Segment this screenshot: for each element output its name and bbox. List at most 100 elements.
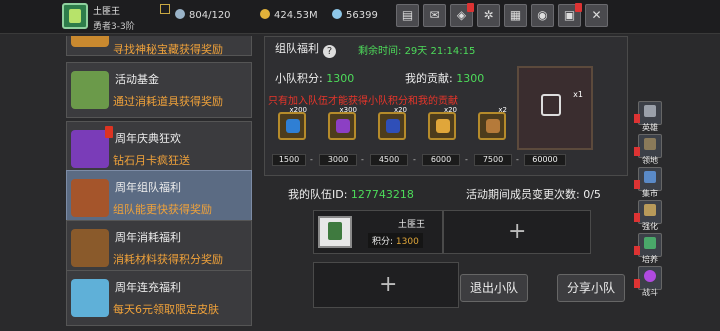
energy-value: 804/120 (189, 10, 231, 21)
grand-reward-box[interactable]: x1 (517, 66, 593, 150)
threshold: 4500 (370, 154, 408, 166)
gem-icon (332, 9, 342, 19)
reward-slot[interactable]: x20 (378, 106, 407, 140)
battle-label: 战斗 (642, 288, 658, 297)
gems-value: 56399 (346, 10, 378, 21)
reward-slot[interactable]: x200 (278, 106, 307, 140)
chest-icon[interactable]: ▣ (558, 3, 582, 27)
quest-icon[interactable]: ◈ (450, 3, 474, 27)
training-label: 培养 (642, 255, 658, 264)
add-member-icon[interactable]: + (379, 272, 397, 297)
money-bag-icon (71, 71, 109, 109)
reward-count: x20 (443, 106, 457, 114)
event-title: 周年庆典狂欢 (115, 132, 181, 145)
event-sub: 通过消耗道具获得奖励 (113, 95, 223, 108)
treasure-chest-icon (71, 179, 109, 217)
threshold: 7500 (474, 154, 512, 166)
training-icon (644, 237, 656, 249)
reward-count: x300 (339, 106, 357, 114)
market-label: 集市 (642, 189, 658, 198)
event-panel-title: 组队福利? (275, 40, 336, 58)
portal-icon (644, 270, 656, 282)
event-title: 活动基金 (115, 73, 159, 86)
member-avatar (318, 216, 352, 248)
player-title: 勇者3-3阶 (93, 22, 135, 32)
team-score: 小队积分: 1300 (275, 70, 354, 86)
event-title: 周年组队福利 (115, 181, 181, 194)
edit-icon[interactable] (160, 4, 170, 14)
event-item[interactable]: 周年庆典狂欢 钻石月卡疯狂送 (66, 121, 252, 177)
mail-icon[interactable]: ✉ (423, 4, 446, 27)
reward-slot[interactable]: x20 (428, 106, 457, 140)
member-changes-label: 活动期间成员变更次数: (466, 188, 580, 201)
reward-slot[interactable]: x2 (478, 106, 507, 140)
my-contribution: 我的贡献: 1300 (405, 70, 484, 86)
castle-icon (644, 138, 656, 150)
purple-crystal-icon (71, 130, 109, 168)
member-changes-value: 0/5 (583, 188, 601, 201)
anvil-icon (644, 204, 656, 216)
countdown-label: 剩余时间: (358, 46, 402, 57)
reward-slot[interactable]: x300 (328, 106, 357, 140)
event-list: 寻找神秘宝藏获得奖励 活动基金 通过消耗道具获得奖励 周年庆典狂欢 钻石月卡疯狂… (66, 36, 252, 331)
my-contrib-value: 1300 (456, 72, 485, 85)
castle-label: 领地 (642, 156, 658, 165)
event-item[interactable]: 活动基金 通过消耗道具获得奖励 (66, 62, 252, 118)
tools-icon[interactable]: ✕ (585, 4, 608, 27)
alert-badge (467, 3, 474, 12)
wood-chest-icon (71, 229, 109, 267)
hero-label: 英雄 (642, 123, 658, 132)
forge-label: 强化 (642, 222, 658, 231)
team-id-label: 我的队伍ID: (288, 188, 348, 201)
gold-value: 424.53M (274, 10, 318, 21)
member-score: 积分: 1300 (368, 233, 423, 248)
score-track: 1500 - 3000 - 4500 - 6000 - 7500 - 60000 (272, 154, 586, 168)
event-item[interactable]: 周年消耗福利 消耗材料获得积分奖励 (66, 220, 252, 276)
shop-icon[interactable]: ▤ (396, 4, 419, 27)
gold-icon (260, 9, 270, 19)
add-member-icon[interactable]: + (508, 219, 526, 244)
top-bar: 土匪王 勇者3-3阶 804/120 424.53M 56399 ▤ ✉ ◈ ✲… (0, 0, 720, 34)
player-avatar[interactable] (62, 3, 88, 29)
team-id-value: 127743218 (350, 188, 414, 201)
ice-crystal-icon (71, 279, 109, 317)
blue-gem-icon (386, 119, 400, 133)
team-score-value: 1300 (326, 72, 355, 85)
lock-icon (541, 94, 561, 116)
alert-badge (575, 3, 582, 12)
avatar-icon (69, 9, 81, 23)
golden-egg-icon (436, 119, 450, 133)
hero-icon (644, 105, 656, 117)
purple-potion-icon (336, 119, 350, 133)
lightning-scroll-icon (286, 119, 300, 133)
countdown: 剩余时间: 29天 21:14:15 (358, 42, 475, 57)
energy-stat: 804/120 (175, 9, 231, 21)
member-name: 土匪王 (398, 220, 426, 230)
gems-stat: 56399 (332, 9, 378, 21)
leave-team-button[interactable]: 退出小队 (460, 274, 528, 302)
settings-icon[interactable]: ✲ (477, 4, 500, 27)
member-score-label: 积分: (372, 237, 394, 247)
event-sub: 组队能更快获得奖励 (113, 203, 212, 216)
team-notice: 只有加入队伍才能获得小队积分和我的贡献 (268, 96, 458, 107)
help-icon[interactable]: ? (323, 45, 336, 58)
team-id: 我的队伍ID: 127743218 (288, 186, 414, 202)
member-changes: 活动期间成员变更次数: 0/5 (466, 186, 601, 202)
gift-icon[interactable]: ▦ (504, 4, 527, 27)
alert-badge (105, 126, 113, 138)
event-sub: 每天6元领取限定皮肤 (113, 303, 219, 316)
reward-count: x200 (289, 106, 307, 114)
share-team-button[interactable]: 分享小队 (557, 274, 625, 302)
threshold: 6000 (422, 154, 460, 166)
my-contrib-label: 我的贡献: (405, 72, 453, 85)
member-avatar-icon (328, 222, 342, 240)
event-item[interactable]: 寻找神秘宝藏获得奖励 (66, 36, 252, 56)
wheel-icon[interactable]: ◉ (531, 4, 554, 27)
member-score-value: 1300 (395, 237, 419, 247)
event-item[interactable]: 周年连充福利 每天6元领取限定皮肤 (66, 270, 252, 326)
threshold: 1500 (272, 154, 306, 166)
event-item-selected[interactable]: 周年组队福利 组队能更快获得奖励 (66, 170, 252, 226)
threshold: 60000 (524, 154, 566, 166)
reward-count: x2 (498, 106, 507, 114)
reward-count: x20 (393, 106, 407, 114)
